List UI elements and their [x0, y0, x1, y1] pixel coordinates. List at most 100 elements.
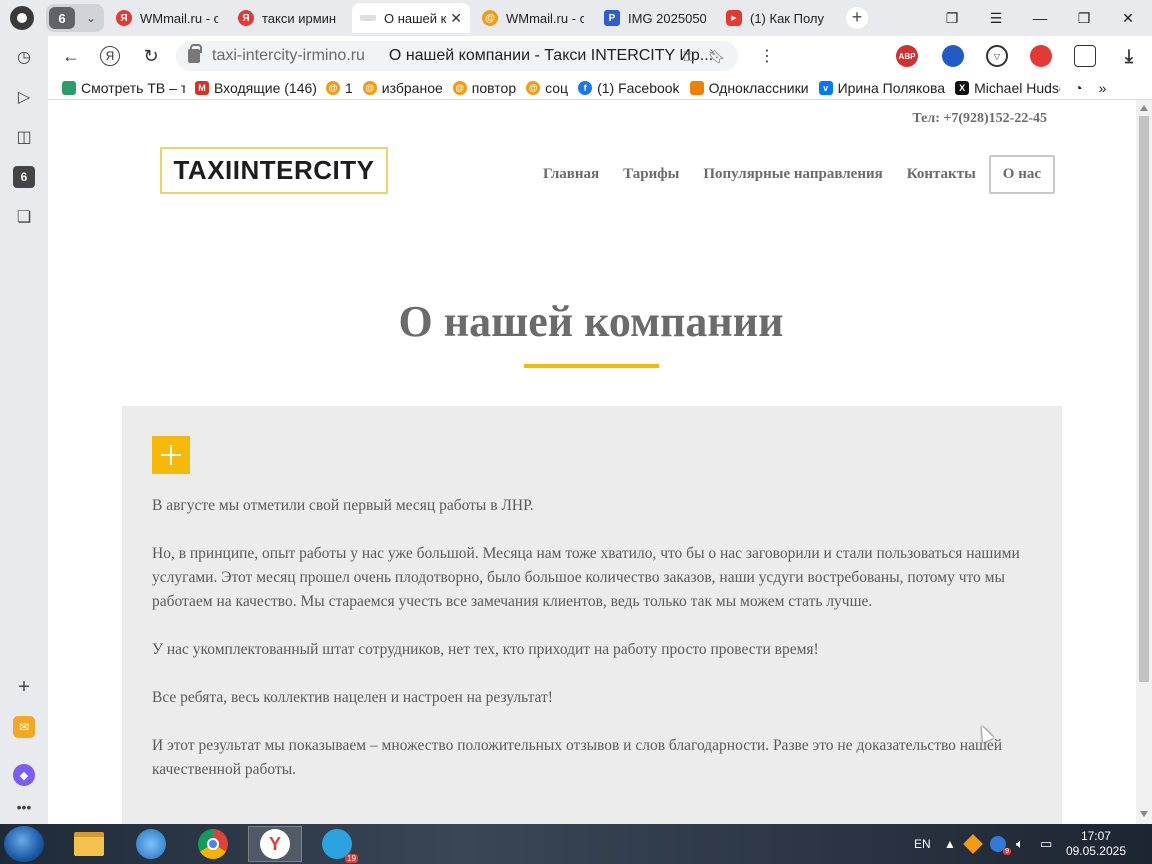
- bookmark-social[interactable]: @ соц: [526, 80, 568, 96]
- nav-item-home[interactable]: Главная: [531, 155, 611, 194]
- bookmark-icon[interactable]: 🔖︎: [708, 47, 726, 65]
- paragraph: Но, в принципе, опыт работы у нас уже бо…: [152, 545, 1020, 610]
- tab-wmmail-1[interactable]: Я WMmail.ru - с: [108, 3, 226, 33]
- telegram-badge: 19: [345, 854, 358, 863]
- scroll-thumb[interactable]: [1139, 116, 1149, 682]
- reload-icon[interactable]: ↻: [134, 39, 168, 73]
- collections-icon[interactable]: ❏: [13, 206, 35, 228]
- alice-icon[interactable]: ◆: [13, 764, 35, 786]
- browser-toolbar: ← Я ↻ taxi-intercity-irmino.ru О нашей к…: [48, 36, 1152, 76]
- tab-title: WMmail.ru - с: [140, 10, 218, 26]
- scroll-down-arrow[interactable]: [1140, 811, 1148, 817]
- wmmail-icon: @: [482, 10, 498, 26]
- adblock-icon[interactable]: ABP: [896, 45, 918, 67]
- volume-icon[interactable]: 🔈︎: [1016, 824, 1024, 864]
- bookmark-ok[interactable]: Одноклассники: [689, 80, 809, 96]
- start-button[interactable]: [4, 826, 44, 862]
- internet-explorer-icon[interactable]: [124, 826, 178, 862]
- yandex-icon: Я: [116, 10, 132, 26]
- yandex-browser-icon[interactable]: Y: [248, 826, 302, 862]
- camera-icon[interactable]: ◫: [13, 126, 35, 148]
- page-title: О нашей компании: [398, 297, 784, 346]
- clock-icon[interactable]: ◔: [1074, 80, 1082, 96]
- bookmark-repeat[interactable]: @ повтор: [452, 80, 516, 96]
- image-icon: P: [604, 10, 620, 26]
- chevron-down-icon[interactable]: ⌄: [78, 11, 104, 25]
- download-icon[interactable]: ⤓: [1118, 45, 1140, 67]
- about-panel: В августе мы отметили свой первый месяц …: [122, 406, 1062, 824]
- new-tab-button[interactable]: +: [846, 7, 868, 29]
- windows-taskbar: Y 19 EN ▲ 9 🔈︎ ▭ 17:07 09.05.2025: [0, 824, 1152, 864]
- clock-time: 17:07: [1080, 829, 1111, 843]
- language-indicator[interactable]: EN: [914, 824, 931, 864]
- nav-item-popular-routes[interactable]: Популярные направления: [691, 155, 894, 194]
- scroll-up-arrow[interactable]: [1140, 105, 1148, 111]
- nav-item-about[interactable]: О нас: [988, 155, 1055, 194]
- more-vertical-icon[interactable]: ⋮: [750, 39, 784, 73]
- tab-title: О нашей к: [384, 10, 447, 26]
- bookmark-facebook[interactable]: f (1) Facebook: [578, 80, 680, 96]
- telegram-icon[interactable]: 19: [310, 826, 364, 863]
- bookmark-tv[interactable]: Смотреть ТВ – те: [62, 80, 185, 96]
- sidebar-badge[interactable]: 6: [13, 166, 35, 188]
- more-bookmarks-icon[interactable]: »: [1099, 80, 1107, 96]
- wmmail-icon: @: [326, 80, 340, 95]
- page-title-text: О нашей компании - Такси INTERCITY Ир...: [388, 47, 714, 64]
- system-clock[interactable]: 17:07 09.05.2025: [1066, 829, 1126, 859]
- lock-icon[interactable]: [188, 44, 202, 63]
- x-icon: X: [955, 80, 970, 95]
- mail-icon[interactable]: ✉: [13, 716, 35, 738]
- bookmark-1[interactable]: @1: [326, 80, 353, 96]
- vpn-shield-icon[interactable]: ▽: [986, 45, 1008, 67]
- tray-app-icon[interactable]: [963, 824, 983, 864]
- play-icon[interactable]: ▷: [13, 86, 35, 108]
- close-window-button[interactable]: ✕: [1106, 0, 1150, 36]
- trash-extension-icon[interactable]: [1030, 45, 1052, 67]
- extensions-icon[interactable]: [1074, 45, 1096, 67]
- nav-item-contacts[interactable]: Контакты: [895, 155, 988, 194]
- address-bar[interactable]: taxi-intercity-irmino.ru О нашей компани…: [176, 41, 738, 71]
- add-icon[interactable]: +: [13, 676, 35, 698]
- ok-icon: [689, 80, 704, 95]
- globe-extension-icon[interactable]: [942, 45, 964, 67]
- paragraph: У нас укомплектованный штат сотрудников,…: [152, 641, 819, 658]
- bookmark-x[interactable]: X Michael Hudso: [955, 80, 1060, 96]
- nav-item-tariffs[interactable]: Тарифы: [611, 155, 691, 194]
- browser-logo-icon[interactable]: [10, 6, 34, 30]
- expand-plus-icon[interactable]: [152, 436, 190, 474]
- tab-youtube[interactable]: ▶ (1) Как Полу: [718, 3, 836, 33]
- tab-manager-icon[interactable]: ❐: [930, 0, 974, 36]
- restore-button[interactable]: ❐: [1062, 0, 1106, 36]
- history-icon[interactable]: ◷: [13, 46, 35, 68]
- bookmark-vk[interactable]: v Ирина Полякова: [818, 80, 945, 96]
- bookmark-gmail[interactable]: M Входящие (146) -: [195, 80, 316, 96]
- tray-badge: 9: [1003, 848, 1011, 855]
- page-scrollbar[interactable]: [1136, 100, 1152, 824]
- bookmark-favorites[interactable]: @ избраное: [362, 80, 443, 96]
- tray-browser-icon[interactable]: 9: [990, 824, 1011, 864]
- tab-image[interactable]: P IMG 2025050: [596, 3, 714, 33]
- paragraph: В августе мы отметили свой первый месяц …: [152, 497, 534, 514]
- tab-title: такси ирмин: [262, 10, 337, 26]
- network-icon[interactable]: ▭: [1040, 824, 1052, 864]
- tab-title: WMmail.ru - с: [506, 10, 584, 26]
- gmail-icon: M: [195, 80, 209, 95]
- file-explorer-icon[interactable]: [62, 826, 116, 862]
- wmmail-icon: @: [362, 80, 377, 95]
- tab-taxi-search[interactable]: Я такси ирмин: [230, 3, 348, 33]
- minimize-button[interactable]: —: [1018, 0, 1062, 36]
- tab-group[interactable]: 6 ⌄: [46, 4, 104, 32]
- tv-icon: [62, 80, 76, 95]
- close-icon[interactable]: ✕: [450, 10, 462, 27]
- translate-icon[interactable]: ⚿: [680, 47, 698, 65]
- tab-about-company[interactable]: О нашей к ✕: [352, 3, 470, 33]
- yandex-logo-icon[interactable]: Я: [100, 46, 120, 66]
- more-icon[interactable]: •••: [13, 796, 35, 818]
- site-logo[interactable]: TAXIINTERCITY: [160, 147, 388, 194]
- menu-icon[interactable]: ☰: [974, 0, 1018, 36]
- back-arrow-icon[interactable]: ←: [54, 39, 88, 73]
- phone-number[interactable]: Тел: +7(928)152-22-45: [912, 111, 1047, 127]
- show-hidden-icons[interactable]: ▲: [944, 824, 956, 864]
- tab-wmmail-2[interactable]: @ WMmail.ru - с: [474, 3, 592, 33]
- chrome-icon[interactable]: [186, 826, 240, 862]
